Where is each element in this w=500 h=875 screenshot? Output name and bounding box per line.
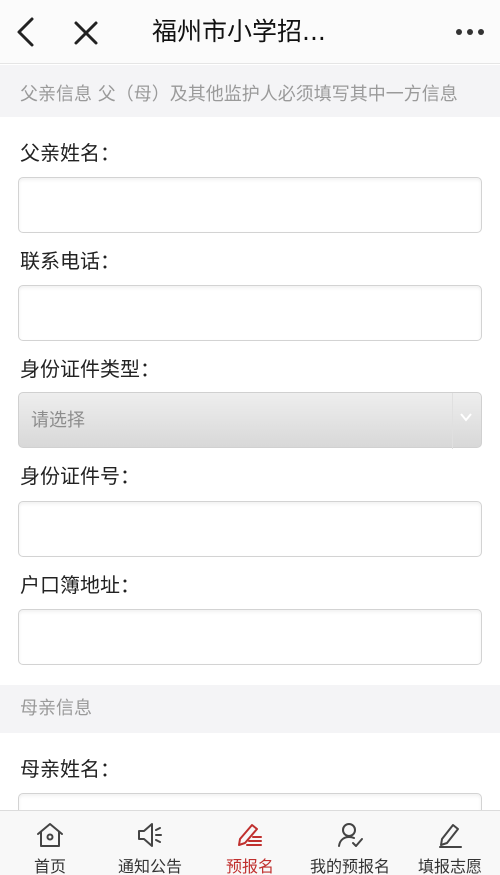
chevron-left-icon <box>17 17 34 47</box>
father-address-label: 户口簿地址： <box>20 573 140 597</box>
close-icon <box>74 21 98 45</box>
page-title: 福州市小学招... <box>152 17 326 46</box>
back-button[interactable] <box>10 14 44 50</box>
tab-notices-label: 通知公告 <box>117 857 182 875</box>
tab-fill-preferences[interactable]: 填报志愿 <box>400 811 500 875</box>
tab-fill-preferences-label: 填报志愿 <box>417 857 482 875</box>
mother-name-input[interactable] <box>18 793 482 810</box>
top-nav-bar: 福州市小学招... <box>0 0 500 64</box>
bottom-tab-bar: 首页 通知公告 预报名 我的预报名 填报志愿 <box>0 810 500 875</box>
tab-pre-register[interactable]: 预报名 <box>200 811 300 875</box>
father-id-number-input[interactable] <box>18 501 482 557</box>
tab-home-label: 首页 <box>33 857 66 875</box>
father-section-header: 父亲信息 父（母）及其他监护人必须填写其中一方信息 <box>0 65 500 117</box>
pen-paper-icon <box>439 824 462 848</box>
home-icon <box>37 823 63 847</box>
more-dots-icon <box>456 29 484 35</box>
father-name-input[interactable] <box>18 177 482 233</box>
select-divider <box>452 393 453 449</box>
father-name-label: 父亲姓名： <box>20 141 120 165</box>
tab-home[interactable]: 首页 <box>0 811 100 875</box>
more-menu-button[interactable] <box>452 20 488 44</box>
father-phone-input[interactable] <box>18 285 482 341</box>
tab-pre-register-label: 预报名 <box>225 857 274 875</box>
father-phone-label: 联系电话： <box>20 249 120 273</box>
close-button[interactable] <box>70 16 102 50</box>
father-id-type-label: 身份证件类型： <box>20 357 160 381</box>
tab-notices[interactable]: 通知公告 <box>100 811 200 875</box>
father-id-type-select[interactable]: 请选择 <box>18 392 482 449</box>
caret-down-icon <box>460 413 472 422</box>
father-id-number-label: 身份证件号： <box>20 464 140 488</box>
tab-my-registration-label: 我的预报名 <box>309 857 390 875</box>
user-check-icon <box>338 823 363 847</box>
id-type-selected-value: 请选择 <box>31 410 85 431</box>
tab-my-registration[interactable]: 我的预报名 <box>300 811 400 875</box>
father-address-input[interactable] <box>18 609 482 665</box>
mother-name-label: 母亲姓名： <box>20 757 120 781</box>
form-scroll-area[interactable]: 父亲信息 父（母）及其他监护人必须填写其中一方信息 父亲姓名： 联系电话： 身份… <box>0 65 500 810</box>
mother-section-header: 母亲信息 <box>0 685 500 733</box>
speaker-icon <box>138 823 162 847</box>
edit-pen-icon <box>238 824 262 846</box>
